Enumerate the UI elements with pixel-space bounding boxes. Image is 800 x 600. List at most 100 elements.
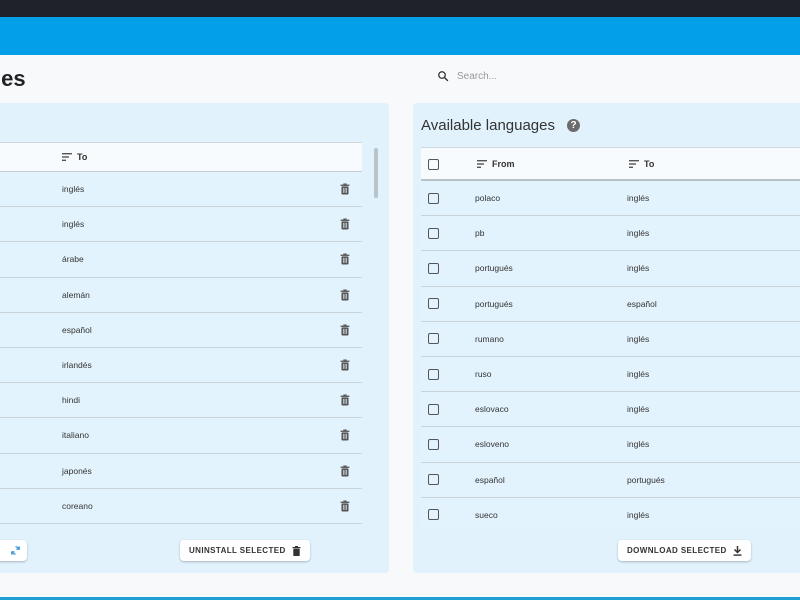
trash-icon[interactable] [340,324,350,336]
sort-icon [477,159,487,168]
row-checkbox[interactable] [428,227,439,239]
search-icon [438,71,449,82]
table-row[interactable]: coreano [0,489,362,524]
cell-from: ruso [475,369,492,380]
trash-icon[interactable] [340,394,350,406]
column-header-to[interactable]: To [629,159,654,169]
table-row[interactable]: japonés [0,454,362,489]
cell-from: eslovaco [475,404,509,415]
table-row[interactable]: portugués inglés [421,251,800,287]
row-checkbox[interactable] [428,298,439,310]
trash-icon[interactable] [340,359,350,371]
download-selected-button[interactable]: DOWNLOAD SELECTED [618,540,751,561]
row-checkbox[interactable] [428,403,439,415]
table-header: To [0,143,362,172]
cell-from: portugués [475,263,513,274]
table-row[interactable]: sueco inglés [421,498,800,528]
trash-icon[interactable] [340,500,350,512]
column-label: To [77,152,88,162]
column-header-to[interactable]: To [62,152,87,162]
cell-from: pb [475,228,485,239]
cell-to: inglés [627,439,650,450]
select-all-checkbox[interactable] [428,159,439,170]
cell-from: esloveno [475,439,510,450]
table-row[interactable]: hindi [0,383,362,419]
table-row[interactable]: irlandés [0,348,362,384]
refresh-button[interactable] [0,540,27,561]
column-header-from[interactable]: From [477,159,515,169]
table-row[interactable]: ruso inglés [421,357,800,393]
cell-to: alemán [62,289,90,300]
cell-to: japonés [62,465,92,476]
table-row[interactable]: alemán [0,278,362,313]
row-checkbox[interactable] [428,262,439,274]
download-selected-label: DOWNLOAD SELECTED [627,546,727,555]
cell-to: irlandés [62,360,92,371]
uninstall-selected-label: UNINSTALL SELECTED [189,546,286,555]
cell-from: español [475,474,505,485]
column-label: From [492,158,515,169]
cell-to: inglés [627,369,650,380]
available-languages-panel: Available languages ? From To polaco ing… [413,103,800,573]
search-input[interactable] [457,70,657,82]
panel-title: Available languages [421,117,555,134]
table-row[interactable]: portugués español [421,287,800,322]
trash-icon[interactable] [340,465,350,477]
trash-icon[interactable] [340,253,350,265]
table-row[interactable]: rumano inglés [421,322,800,357]
table-row[interactable]: polaco inglés [421,181,800,217]
trash-icon[interactable] [340,218,350,230]
cell-from: rumano [475,333,504,344]
trash-icon [292,545,301,556]
system-title-bar [0,0,800,17]
app-bar [0,17,800,55]
table-row[interactable]: inglés [0,172,362,208]
uninstall-selected-button[interactable]: UNINSTALL SELECTED [180,540,310,561]
cell-to: coreano [62,500,93,511]
cell-to: hindi [62,395,80,406]
cell-to: italiano [62,430,89,441]
refresh-icon [11,546,20,555]
search-bar[interactable] [437,70,657,82]
available-languages-table: From To polaco inglés pb inglés portugués ing… [421,147,800,528]
cell-to: inglés [627,228,650,239]
help-icon[interactable]: ? [567,119,580,132]
table-row[interactable]: esloveno inglés [421,427,800,463]
scrollbar-thumb[interactable] [374,148,378,198]
table-row[interactable]: español portugués [421,463,800,498]
cell-to: inglés [627,263,650,274]
row-checkbox[interactable] [428,509,439,521]
table-row[interactable]: inglés [0,207,362,243]
row-checkbox[interactable] [428,368,439,380]
cell-to: portugués [627,474,665,485]
cell-from: sueco [475,509,498,520]
sort-icon [62,153,72,161]
cell-to: árabe [62,254,84,265]
cell-to: inglés [627,404,650,415]
sort-icon [629,159,639,168]
table-header: From To [421,148,800,181]
cell-to: inglés [627,193,650,204]
row-checkbox[interactable] [428,474,439,486]
cell-to: inglés [62,219,85,230]
row-checkbox[interactable] [428,192,439,204]
table-row[interactable]: eslovaco inglés [421,392,800,428]
cell-to: inglés [62,184,85,195]
row-checkbox[interactable] [428,333,439,345]
table-row[interactable]: pb inglés [421,216,800,252]
trash-icon[interactable] [340,289,350,301]
row-checkbox[interactable] [428,438,439,450]
table-row[interactable]: árabe [0,242,362,278]
cell-to: inglés [627,509,650,520]
trash-icon[interactable] [340,183,350,195]
cell-from: polaco [475,193,501,204]
table-row[interactable]: español [0,313,362,348]
table-row[interactable]: italiano [0,418,362,454]
trash-icon[interactable] [340,429,350,441]
cell-to: español [627,298,657,309]
cell-to: inglés [627,333,650,344]
available-languages-heading: Available languages ? [421,117,580,134]
installed-languages-table: To inglés inglés árabe alemán español irlandé… [0,142,362,528]
cell-to: español [62,324,92,335]
available-rows: polaco inglés pb inglés portugués inglés portu… [421,181,800,528]
